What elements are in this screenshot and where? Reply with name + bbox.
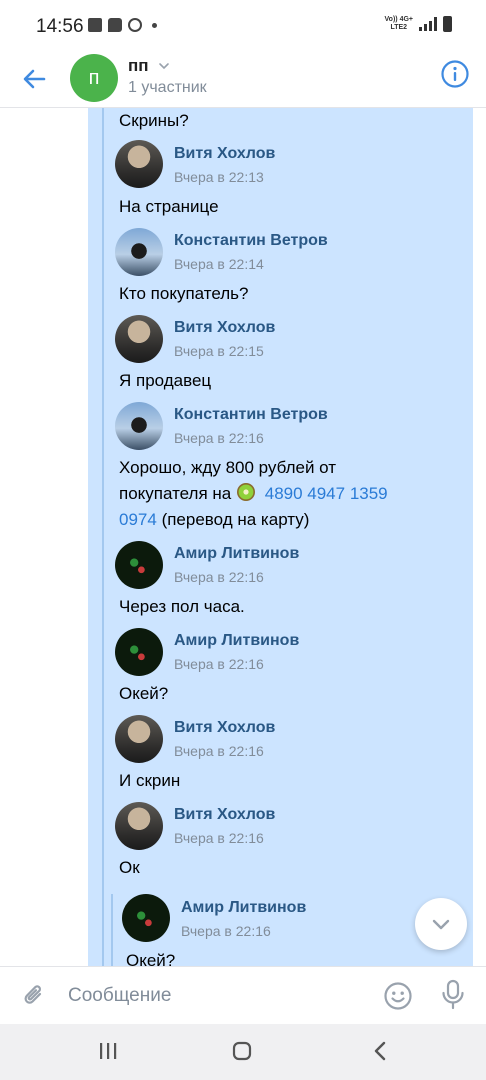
message-text: На странице xyxy=(119,197,219,216)
message-time: Вчера в 22:16 xyxy=(174,430,264,446)
sender-name[interactable]: Амир Литвинов xyxy=(174,545,299,563)
forward-line xyxy=(102,108,104,966)
back-button[interactable] xyxy=(18,62,52,96)
message-line: покупателя на 4890 4947 1359 xyxy=(119,481,429,507)
message-text: Я продавец xyxy=(119,371,212,390)
message-text: Ок xyxy=(119,858,140,877)
info-icon xyxy=(441,60,469,88)
recent-apps-icon[interactable] xyxy=(98,1042,118,1060)
chevron-down-icon xyxy=(432,919,450,930)
paperclip-icon xyxy=(24,985,42,1004)
status-system-icons: Vo)) 4G+ LTE2 xyxy=(385,16,452,32)
message-time: Вчера в 22:16 xyxy=(174,743,264,759)
system-nav-bar xyxy=(0,1024,486,1080)
card-number-link[interactable]: 4890 4947 1359 xyxy=(265,484,388,503)
avatar[interactable] xyxy=(115,315,163,363)
message-text: Хорошо, жду 800 рублей от покупателя на … xyxy=(119,455,429,533)
gallery-icon xyxy=(88,18,102,32)
message-list[interactable]: Скрины? Витя Хохлов Вчера в 22:13 На стр… xyxy=(0,108,486,966)
message-text: Через пол часа. xyxy=(119,597,245,616)
message-icon xyxy=(108,18,122,32)
avatar[interactable] xyxy=(115,140,163,188)
at-icon xyxy=(128,18,142,32)
sender-name[interactable]: Витя Хохлов xyxy=(174,319,275,337)
status-bar: 14:56 Vo)) 4G+ LTE2 xyxy=(0,0,486,52)
avatar[interactable] xyxy=(115,715,163,763)
status-time: 14:56 xyxy=(36,16,84,37)
avatar[interactable] xyxy=(122,894,170,942)
message-input[interactable] xyxy=(68,983,358,1009)
back-arrow-icon xyxy=(23,69,46,89)
chat-header: п пп 1 участник xyxy=(0,52,486,108)
sender-name[interactable]: Константин Ветров xyxy=(174,406,328,424)
battery-icon xyxy=(443,16,452,32)
scroll-down-button[interactable] xyxy=(415,898,467,950)
microphone-icon xyxy=(442,979,464,1010)
chat-subtitle[interactable]: 1 участник xyxy=(128,79,207,97)
message-time: Вчера в 22:16 xyxy=(174,569,264,585)
message-line: 0974 (перевод на карту) xyxy=(119,507,429,533)
message-time: Вчера в 22:13 xyxy=(174,169,264,185)
dot-icon xyxy=(152,22,157,28)
card-number-link[interactable]: 0974 xyxy=(119,510,157,529)
message-time: Вчера в 22:16 xyxy=(181,923,271,939)
network-top-label: Vo)) 4G+ xyxy=(384,16,413,23)
nested-forward-line xyxy=(111,894,113,966)
sender-name[interactable]: Витя Хохлов xyxy=(174,806,275,824)
voice-message-button[interactable] xyxy=(440,979,466,1011)
network-bottom-label: LTE2 xyxy=(390,24,408,31)
network-indicator: Vo)) 4G+ LTE2 xyxy=(385,16,413,32)
kiwi-emoji-icon xyxy=(237,483,255,501)
message-time: Вчера в 22:16 xyxy=(174,830,264,846)
chat-avatar[interactable]: п xyxy=(70,54,118,102)
status-notification-icons xyxy=(88,18,157,32)
sender-name[interactable]: Константин Ветров xyxy=(174,232,328,250)
message-text: Окей? xyxy=(126,951,176,966)
chevron-down-icon[interactable] xyxy=(158,60,170,72)
chat-title[interactable]: пп xyxy=(128,56,149,76)
message-time: Вчера в 22:16 xyxy=(174,656,264,672)
message-fragment: (перевод на карту) xyxy=(161,510,310,529)
message-fragment: покупателя на xyxy=(119,484,232,503)
avatar[interactable] xyxy=(115,541,163,589)
message-text: И скрин xyxy=(119,771,181,790)
avatar[interactable] xyxy=(115,802,163,850)
avatar[interactable] xyxy=(115,628,163,676)
info-button[interactable] xyxy=(440,59,470,89)
message-text: Скрины? xyxy=(119,111,189,130)
message-text: Окей? xyxy=(119,684,169,703)
avatar[interactable] xyxy=(115,402,163,450)
sender-name[interactable]: Амир Литвинов xyxy=(174,632,299,650)
back-icon[interactable] xyxy=(370,1040,390,1062)
sender-name[interactable]: Витя Хохлов xyxy=(174,145,275,163)
message-time: Вчера в 22:15 xyxy=(174,343,264,359)
attach-button[interactable] xyxy=(20,982,48,1010)
sender-name[interactable]: Амир Литвинов xyxy=(181,899,306,917)
message-time: Вчера в 22:14 xyxy=(174,256,264,272)
smile-icon xyxy=(384,982,412,1010)
message-text: Кто покупатель? xyxy=(119,284,249,303)
signal-icon xyxy=(419,17,437,31)
page: 14:56 Vo)) 4G+ LTE2 п пп 1 участник Скри… xyxy=(0,0,486,1080)
home-icon[interactable] xyxy=(232,1041,252,1061)
message-line: Хорошо, жду 800 рублей от xyxy=(119,458,337,477)
emoji-button[interactable] xyxy=(383,981,413,1011)
message-composer xyxy=(0,966,486,1024)
avatar[interactable] xyxy=(115,228,163,276)
sender-name[interactable]: Витя Хохлов xyxy=(174,719,275,737)
